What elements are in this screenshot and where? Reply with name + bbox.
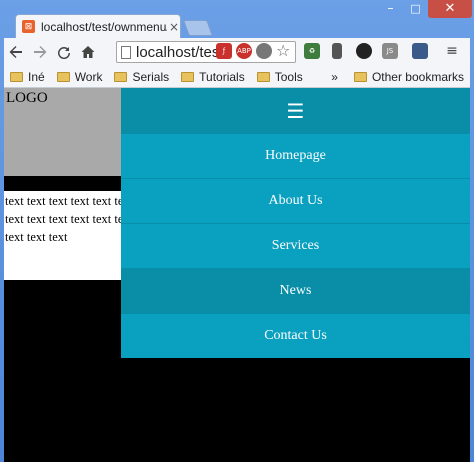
folder-icon xyxy=(56,71,70,82)
url-text[interactable]: localhost/test/ xyxy=(136,44,228,61)
bulb-extension-icon[interactable] xyxy=(256,43,272,59)
folder-icon xyxy=(10,71,23,82)
page-icon xyxy=(121,45,131,59)
bookmark-folder-serials[interactable]: Serials xyxy=(114,70,169,84)
color-picker-icon[interactable] xyxy=(356,43,372,59)
forward-arrow-icon[interactable] xyxy=(28,40,52,64)
phone-extension-icon[interactable] xyxy=(332,43,342,59)
menu-item-contact-us[interactable]: Contact Us xyxy=(121,313,470,358)
bookmark-label: Other bookmarks xyxy=(371,69,464,84)
adblock-plus-icon[interactable]: ABP xyxy=(236,43,252,59)
dropdown-menu: ☰ Homepage About Us Services News Contac… xyxy=(121,88,470,358)
flash-extension-icon[interactable]: ƒ xyxy=(216,43,232,59)
bookmark-label: Serials xyxy=(132,69,170,84)
bookmark-star-icon[interactable]: ☆ xyxy=(276,41,290,60)
folder-icon xyxy=(114,71,128,82)
menu-item-homepage[interactable]: Homepage xyxy=(121,133,470,178)
menu-toggle-button[interactable]: ☰ xyxy=(121,88,470,133)
bookmarks-bar: Iné Work Serials Tutorials Tools » Other… xyxy=(4,66,470,88)
menu-item-services[interactable]: Services xyxy=(121,223,470,268)
browser-window: – □ ✕ ⊠ localhost/test/ownmenu/ × localh… xyxy=(0,0,474,462)
minimize-button[interactable]: – xyxy=(378,0,403,18)
xampp-favicon-icon: ⊠ xyxy=(22,20,35,33)
tab-close-icon[interactable]: × xyxy=(169,20,179,34)
folder-icon xyxy=(256,71,270,82)
bookmark-label: Tools xyxy=(274,69,303,84)
menu-item-news[interactable]: News xyxy=(121,268,470,313)
bookmark-folder-work[interactable]: Work xyxy=(56,69,103,84)
new-tab-button[interactable] xyxy=(183,20,213,36)
content-box: text text text text text text text text … xyxy=(4,191,122,280)
reload-icon[interactable] xyxy=(52,40,76,64)
page-viewport: LOGO text text text text text text text … xyxy=(4,88,470,462)
hamburger-icon: ☰ xyxy=(286,98,305,123)
maximize-button[interactable]: □ xyxy=(403,0,428,18)
tab-title: localhost/test/ownmenu/ xyxy=(41,19,167,34)
folder-icon xyxy=(353,71,367,82)
browser-toolbar: localhost/test/ ƒ ABP ☆ ♻ JS ≡ xyxy=(4,38,470,66)
logo-text: LOGO xyxy=(6,90,48,106)
back-arrow-icon[interactable] xyxy=(4,40,28,64)
bookmark-label: Tutorials xyxy=(199,69,245,84)
chrome-menu-icon[interactable]: ≡ xyxy=(444,43,460,59)
bookmark-folder-ine[interactable]: Iné xyxy=(10,70,45,84)
browser-tab[interactable]: ⊠ localhost/test/ownmenu/ × xyxy=(15,14,181,38)
bookmark-label: Iné xyxy=(28,69,45,84)
book-extension-icon[interactable] xyxy=(412,43,428,59)
home-icon[interactable] xyxy=(76,40,100,64)
bookmark-label: Work xyxy=(74,69,103,84)
folder-icon xyxy=(181,71,195,82)
body-text: text text text text text text text text … xyxy=(5,194,122,244)
close-window-button[interactable]: ✕ xyxy=(428,0,472,18)
logo-area: LOGO xyxy=(4,88,122,176)
bookmarks-overflow-chevron[interactable]: » xyxy=(331,70,338,84)
menu-item-about-us[interactable]: About Us xyxy=(121,178,470,223)
bookmark-folder-other[interactable]: Other bookmarks xyxy=(353,69,464,84)
js-extension-icon[interactable]: JS xyxy=(382,43,398,59)
bookmark-folder-tutorials[interactable]: Tutorials xyxy=(181,70,245,84)
recycle-extension-icon[interactable]: ♻ xyxy=(304,43,320,59)
bookmark-folder-tools[interactable]: Tools xyxy=(256,69,303,84)
